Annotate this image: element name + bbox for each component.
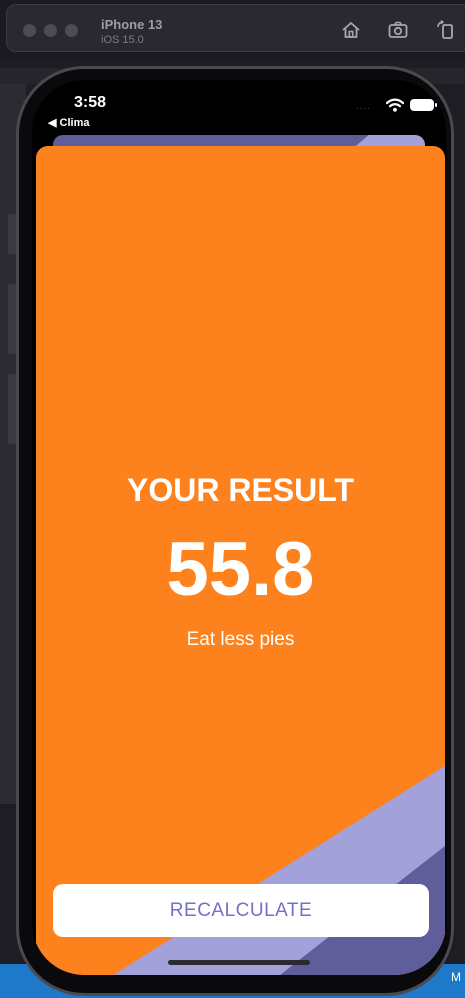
device-name: iPhone 13 — [101, 17, 163, 32]
background-taskbar-text: M — [451, 970, 461, 984]
result-title: YOUR RESULT — [127, 472, 354, 508]
result-advice: Eat less pies — [186, 629, 295, 650]
battery-icon — [410, 99, 437, 111]
iphone-screen: 3:58 ◀ Clima ···· YOUR RESULT 55.8 Eat l… — [32, 80, 446, 975]
back-to-app-link[interactable]: ◀ Clima — [48, 116, 89, 129]
home-indicator[interactable] — [168, 960, 310, 965]
screenshot-icon[interactable] — [387, 19, 409, 41]
rotate-icon[interactable] — [435, 19, 457, 41]
wifi-icon — [386, 98, 404, 112]
simulator-toolbar-panel: iPhone 13 iOS 15.0 — [6, 4, 465, 52]
cellular-signal: ···· — [356, 104, 371, 113]
status-time: 3:58 — [74, 94, 107, 111]
window-zoom-dot[interactable] — [65, 24, 78, 37]
device-os-version: iOS 15.0 — [101, 34, 144, 46]
bmi-value: 55.8 — [166, 527, 315, 612]
recalculate-button[interactable]: RECALCULATE — [53, 884, 429, 937]
simulator-toolbar: iPhone 13 iOS 15.0 — [0, 0, 465, 62]
result-sheet: YOUR RESULT 55.8 Eat less pies RECALCULA… — [36, 146, 445, 975]
window-close-dot[interactable] — [23, 24, 36, 37]
window-minimize-dot[interactable] — [44, 24, 57, 37]
home-icon[interactable] — [340, 19, 362, 41]
